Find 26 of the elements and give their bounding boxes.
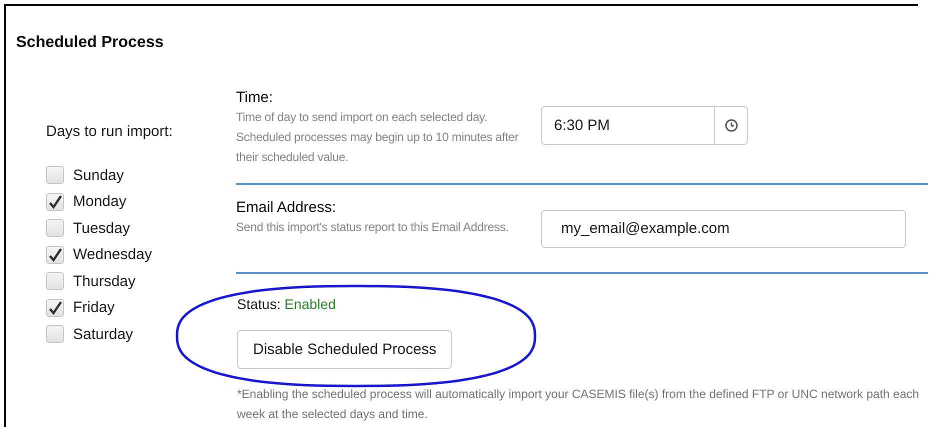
- day-label: Sunday: [73, 166, 124, 184]
- day-label: Wednesday: [73, 246, 152, 264]
- checkbox[interactable]: [46, 246, 64, 264]
- day-label: Saturday: [73, 326, 134, 343]
- disable-button[interactable]: Disable Scheduled Process: [237, 330, 452, 369]
- email-field[interactable]: my_email@example.com: [541, 210, 906, 248]
- section-title: Scheduled Process: [15, 33, 164, 53]
- checkbox[interactable]: [46, 219, 64, 238]
- checkbox[interactable]: [46, 192, 64, 211]
- day-label: Monday: [73, 193, 126, 210]
- days-label: Days to run import:: [46, 123, 173, 140]
- checkbox[interactable]: [46, 272, 64, 290]
- footnote: *Enabling the scheduled process will automatically import your CASEMIS file(s) from the defined FTP or UNC network path each week at the selected days and time.: [237, 386, 920, 423]
- field-label: Time:: [236, 89, 273, 107]
- checkbox[interactable]: [46, 325, 64, 344]
- status-text: Status: Enabled: [237, 296, 336, 312]
- day-label: Thursday: [73, 272, 136, 290]
- help-text: Time of day to send import on each selected day. Scheduled processes may begin up to 10 minutes after their scheduled value.: [236, 109, 520, 166]
- help-text: Send this import's status report to this Email Address.: [236, 219, 510, 236]
- checkbox[interactable]: [46, 298, 64, 317]
- field-label: Email Address:: [236, 199, 336, 217]
- clock-icon: [724, 119, 738, 132]
- checkbox[interactable]: [46, 166, 64, 184]
- day-label: Friday: [73, 299, 115, 316]
- day-label: Tuesday: [73, 220, 130, 237]
- time-field[interactable]: 6:30 PM: [541, 106, 748, 145]
